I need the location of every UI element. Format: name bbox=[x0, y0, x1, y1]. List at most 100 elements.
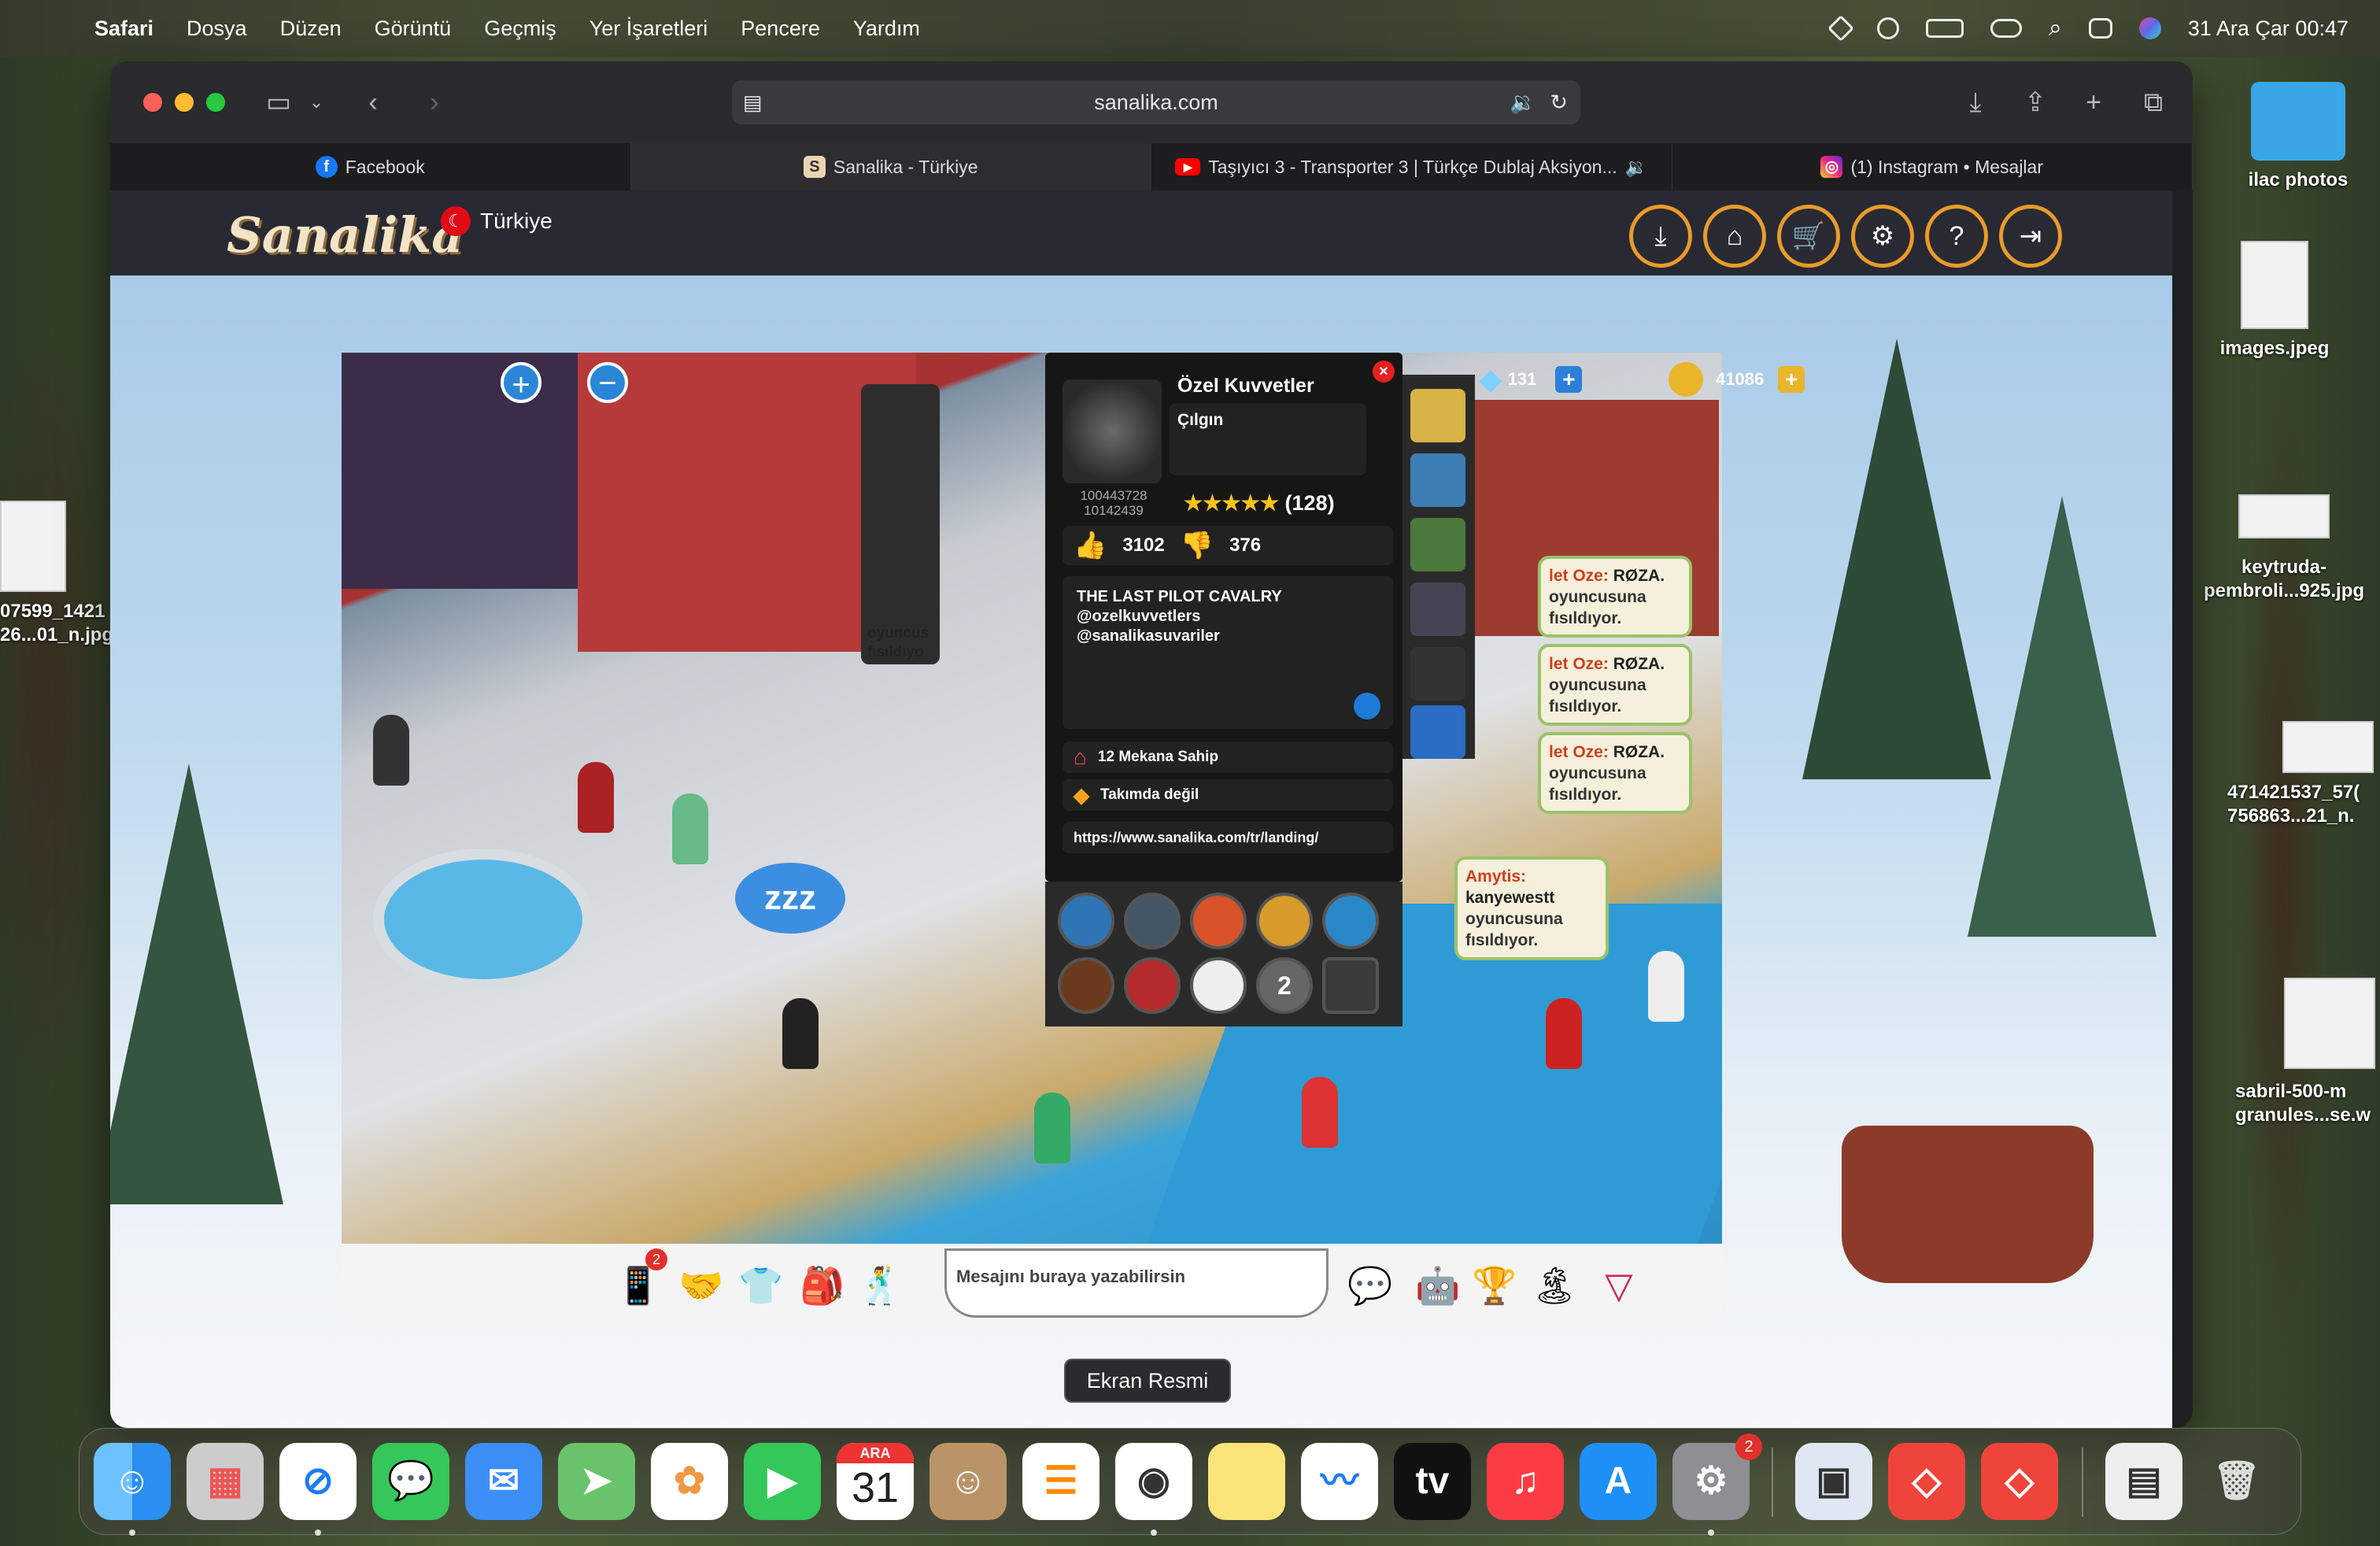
tab-facebook[interactable]: f Facebook bbox=[110, 143, 631, 190]
back-icon[interactable]: ‹ bbox=[356, 85, 390, 120]
close-window-button[interactable] bbox=[143, 93, 162, 112]
reminders-icon[interactable]: ☰ bbox=[1022, 1443, 1099, 1520]
badge[interactable] bbox=[1190, 957, 1247, 1014]
launchpad-icon[interactable]: ▦ bbox=[187, 1443, 264, 1520]
logout-button[interactable]: ⇥ bbox=[1999, 205, 2062, 268]
audio-icon[interactable]: 🔉 bbox=[1510, 80, 1536, 124]
badge[interactable] bbox=[1058, 957, 1114, 1014]
music-icon[interactable]: ♫ bbox=[1487, 1443, 1564, 1520]
contacts-icon[interactable]: ☺ bbox=[929, 1443, 1007, 1520]
finder-icon[interactable]: ☺ bbox=[94, 1443, 171, 1520]
add-coins-button[interactable]: + bbox=[1778, 366, 1805, 393]
menu-yardim[interactable]: Yardım bbox=[853, 17, 920, 41]
play-icon[interactable] bbox=[1877, 17, 1900, 39]
robot-icon[interactable]: 🤖 bbox=[1414, 1261, 1462, 1310]
desktop-file-471421537[interactable]: 471421537_57( 756863...21_n. bbox=[2227, 721, 2380, 828]
control-center-icon[interactable] bbox=[2088, 18, 2112, 39]
avatar[interactable] bbox=[1034, 1093, 1070, 1163]
phone-icon[interactable]: 📱 2 bbox=[614, 1248, 667, 1310]
menu-datetime[interactable]: 31 Ara Çar 00:47 bbox=[2188, 17, 2349, 41]
facetime-icon[interactable]: ▶ bbox=[744, 1443, 821, 1520]
avatar[interactable] bbox=[1546, 998, 1582, 1069]
page-menu-icon[interactable]: ▤ bbox=[743, 80, 763, 124]
game-canvas[interactable]: + − oyuncus fısıldıyo zzz let Oze: RØZA.… bbox=[342, 353, 1722, 1244]
handshake-icon[interactable]: 🤝 bbox=[677, 1261, 726, 1310]
help-button[interactable]: ? bbox=[1925, 205, 1988, 268]
settings-button[interactable]: ⚙ bbox=[1851, 205, 1914, 268]
desktop-file-images[interactable]: images.jpeg bbox=[2196, 241, 2353, 361]
address-bar[interactable]: ▤ sanalika.com 🔉 ↻ bbox=[732, 80, 1580, 124]
diamond-item[interactable] bbox=[1410, 453, 1465, 507]
thumbs-down-icon[interactable]: 👎 bbox=[1181, 530, 1214, 561]
desktop-file-keytruda[interactable]: keytruda- pembroli...925.jpg bbox=[2193, 494, 2375, 603]
menu-gecmis[interactable]: Geçmiş bbox=[484, 17, 556, 41]
safari-icon[interactable]: ⊘ bbox=[279, 1443, 357, 1520]
freeform-icon[interactable]: 〰 bbox=[1301, 1443, 1378, 1520]
tab-youtube[interactable]: ▶ Taşıyıcı 3 - Transporter 3 | Türkçe Dub… bbox=[1151, 143, 1672, 190]
forward-icon[interactable]: › bbox=[417, 85, 452, 120]
speech-bubbles-icon[interactable]: 💬 bbox=[1346, 1261, 1395, 1310]
avatar[interactable] bbox=[373, 715, 409, 786]
badge[interactable] bbox=[1124, 957, 1181, 1014]
messages-icon[interactable]: 💬 bbox=[372, 1443, 449, 1520]
avatar[interactable] bbox=[1302, 1077, 1338, 1148]
badge-number[interactable]: 2 bbox=[1256, 957, 1313, 1014]
home-button[interactable]: ⌂ bbox=[1703, 205, 1766, 268]
country-selector[interactable]: ☾ Türkiye bbox=[441, 206, 552, 236]
maps-icon[interactable]: ➤ bbox=[558, 1443, 635, 1520]
appstore-icon[interactable]: A bbox=[1580, 1443, 1657, 1520]
badge[interactable] bbox=[1124, 893, 1181, 949]
tab-sanalika[interactable]: S Sanalika - Türkiye bbox=[630, 143, 1151, 190]
tab-overview-icon[interactable]: ⧉ bbox=[2136, 85, 2171, 120]
downloads-stack-icon[interactable]: ▤ bbox=[2105, 1443, 2182, 1520]
zoom-window-button[interactable] bbox=[206, 93, 225, 112]
triangle-menu-icon[interactable]: ▽ bbox=[1595, 1261, 1643, 1310]
profile-link[interactable]: https://www.sanalika.com/tr/landing/ bbox=[1062, 822, 1393, 853]
anydesk-icon[interactable]: ◇ bbox=[1888, 1443, 1965, 1520]
sidebar-icon[interactable]: ▭ bbox=[261, 85, 296, 120]
desktop-file-07599[interactable]: 07599_1421 26...01_n.jpg bbox=[0, 501, 113, 647]
cart-button[interactable]: 🛒 bbox=[1777, 205, 1840, 268]
preview-icon[interactable]: ▣ bbox=[1795, 1443, 1872, 1520]
menu-pencere[interactable]: Pencere bbox=[741, 17, 820, 41]
badge[interactable] bbox=[1058, 893, 1114, 949]
anydesk-icon-2[interactable]: ◇ bbox=[1981, 1443, 2058, 1520]
menu-app-name[interactable]: Safari bbox=[94, 17, 153, 41]
shield-item[interactable] bbox=[1410, 583, 1465, 636]
thumbs-up-icon[interactable]: 👍 bbox=[1074, 530, 1107, 561]
island-icon[interactable]: 🏝 bbox=[1530, 1261, 1579, 1310]
calendar-icon[interactable]: ARA 31 bbox=[837, 1443, 914, 1520]
message-icon[interactable] bbox=[1354, 693, 1380, 719]
tab-audio-icon[interactable]: 🔉 bbox=[1625, 157, 1648, 178]
minimize-window-button[interactable] bbox=[175, 93, 194, 112]
chevron-down-icon[interactable]: ⌄ bbox=[299, 85, 334, 120]
download-button[interactable]: ⤓ bbox=[1629, 205, 1692, 268]
search-icon[interactable]: ⌕ bbox=[2049, 15, 2062, 42]
new-tab-icon[interactable]: + bbox=[2076, 85, 2111, 120]
avatar[interactable] bbox=[1648, 951, 1684, 1022]
share-icon[interactable]: ⇪ bbox=[2018, 85, 2053, 120]
battery-icon[interactable] bbox=[1926, 19, 1964, 38]
zoom-out-button[interactable]: − bbox=[587, 362, 628, 403]
photos-icon[interactable]: ✿ bbox=[651, 1443, 728, 1520]
menu-duzen[interactable]: Düzen bbox=[280, 17, 342, 41]
screenshot-icon[interactable]: ◉ bbox=[1115, 1443, 1192, 1520]
outfit-icon[interactable]: 👕 bbox=[737, 1261, 785, 1310]
badge[interactable] bbox=[1256, 893, 1313, 949]
anchor-item[interactable] bbox=[1410, 705, 1465, 759]
gold-bar-item[interactable] bbox=[1410, 389, 1465, 442]
badge[interactable] bbox=[1322, 893, 1379, 949]
menu-yer-isaretleri[interactable]: Yer İşaretleri bbox=[589, 17, 708, 41]
appletv-icon[interactable]: tv bbox=[1394, 1443, 1471, 1520]
menu-dosya[interactable]: Dosya bbox=[187, 17, 247, 41]
sanalika-logo[interactable]: Sanalika bbox=[227, 206, 463, 264]
badge[interactable] bbox=[1190, 893, 1247, 949]
avatar[interactable] bbox=[782, 998, 819, 1069]
dropbox-icon[interactable] bbox=[1828, 15, 1855, 42]
avatar[interactable] bbox=[578, 762, 614, 833]
dance-icon[interactable]: 🕺 bbox=[856, 1261, 905, 1310]
desktop-folder-ilac-photos[interactable]: ilac photos bbox=[2219, 82, 2377, 192]
close-popup-button[interactable]: × bbox=[1373, 361, 1395, 383]
crown-badge-item[interactable] bbox=[1410, 518, 1465, 571]
add-diamonds-button[interactable]: + bbox=[1555, 366, 1583, 393]
